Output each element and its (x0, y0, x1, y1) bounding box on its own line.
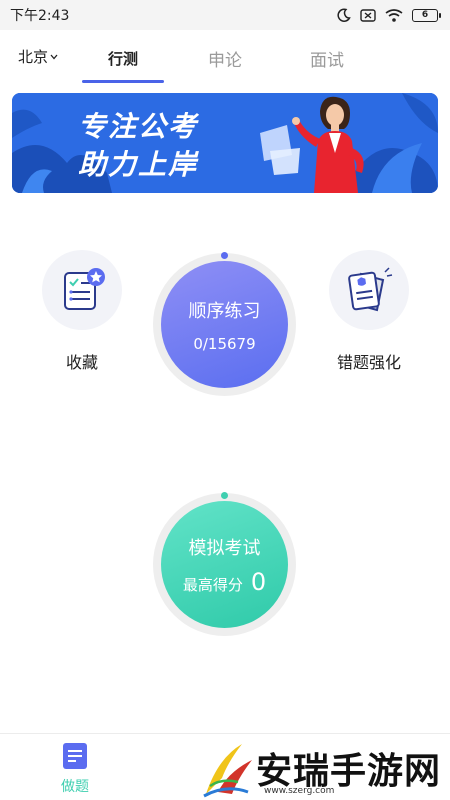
sequential-title: 顺序练习 (188, 300, 261, 322)
sequential-progress: 0/15679 (193, 334, 256, 353)
watermark-logo-icon (203, 744, 252, 798)
favorites-icon (64, 268, 105, 310)
mistakes-icon (348, 267, 393, 312)
mock-exam-progress-dot (221, 492, 228, 499)
nav-item-practice-label: 做题 (61, 779, 89, 795)
best-score-value: 0 (250, 567, 267, 596)
top-tab-bar: 北京 行测 申论 面试 (0, 30, 450, 86)
wifi-icon (385, 8, 403, 22)
best-score-label: 最高得分 (182, 575, 243, 594)
active-tab-indicator (82, 80, 164, 83)
mock-exam-title: 模拟考试 (188, 537, 261, 559)
status-icons: 6 (337, 8, 441, 22)
chevron-down-icon (50, 54, 58, 59)
tab-shenlun[interactable]: 申论 (183, 46, 267, 71)
city-selector[interactable]: 北京 (18, 46, 58, 67)
favorites-label: 收藏 (65, 353, 98, 372)
businesswoman-illustration (292, 96, 364, 193)
watermark: 安瑞手游网 www.szerg.com (198, 736, 450, 800)
watermark-url: www.szerg.com (264, 786, 335, 796)
city-label: 北京 (18, 48, 49, 66)
moon-icon (337, 8, 351, 22)
mistakes-label: 错题强化 (336, 353, 401, 372)
battery-level: 6 (421, 10, 429, 20)
sequential-practice-button[interactable]: 顺序练习 0/15679 (161, 261, 288, 388)
tab-mianshi[interactable]: 面试 (285, 46, 369, 71)
promo-banner[interactable]: 专注公考 助力上岸 (12, 93, 438, 193)
favorites-button[interactable] (42, 250, 122, 330)
battery-icon: 6 (412, 8, 441, 22)
banner-headline-2: 助力上岸 (78, 148, 199, 181)
no-sim-icon (360, 8, 376, 22)
status-time: 下午2:43 (10, 8, 70, 24)
tab-xingce[interactable]: 行测 (81, 48, 165, 69)
document-icon (63, 743, 87, 769)
sequential-progress-dot (221, 252, 228, 259)
mock-exam-button[interactable]: 模拟考试 最高得分 0 (161, 501, 288, 628)
mistakes-button[interactable] (329, 250, 409, 330)
nav-item-practice[interactable]: 做题 (40, 742, 110, 796)
banner-headline-1: 专注公考 (78, 110, 199, 143)
status-bar: 下午2:43 6 (0, 0, 450, 30)
